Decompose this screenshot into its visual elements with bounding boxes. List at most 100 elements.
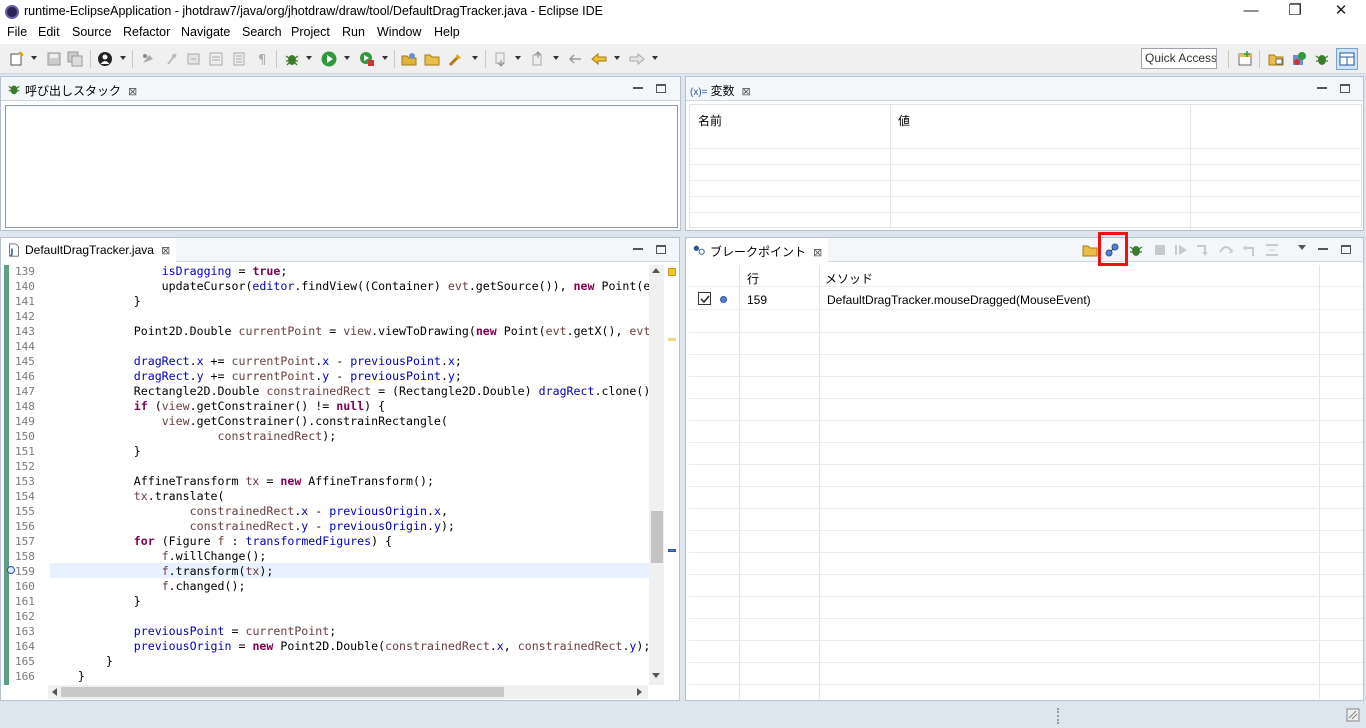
run-icon[interactable] bbox=[321, 51, 337, 67]
forward-dropdown-icon[interactable] bbox=[652, 56, 658, 60]
view-menu-chevron-down-icon[interactable] bbox=[1298, 245, 1306, 250]
table-row[interactable]: 159 DefaultDragTracker.mouseDragged(Mous… bbox=[689, 288, 1363, 310]
debug-dropdown-icon[interactable] bbox=[306, 56, 312, 60]
column-header-value[interactable]: 値 bbox=[898, 112, 910, 129]
skip-all-breakpoints-icon[interactable] bbox=[1128, 242, 1144, 258]
java-perspective-icon[interactable] bbox=[1291, 51, 1307, 67]
previous-annotation-icon[interactable] bbox=[530, 51, 546, 67]
code-line[interactable]: Rectangle2D.Double constrainedRect = (Re… bbox=[50, 384, 649, 398]
menu-project[interactable]: Project bbox=[291, 25, 330, 39]
breakpoint-enabled-checkbox[interactable] bbox=[698, 292, 711, 305]
occurrence-marker[interactable] bbox=[668, 338, 676, 341]
call-stack-tree[interactable] bbox=[5, 105, 678, 228]
step-into-icon[interactable] bbox=[1195, 242, 1211, 258]
menu-navigate[interactable]: Navigate bbox=[181, 25, 230, 39]
step-filters-icon[interactable] bbox=[208, 51, 224, 67]
user-icon[interactable] bbox=[97, 51, 113, 67]
column-header-method[interactable]: メソッド bbox=[825, 270, 873, 287]
step-return-icon[interactable] bbox=[1241, 242, 1257, 258]
minimize-view-icon[interactable] bbox=[1318, 248, 1328, 250]
resume-icon[interactable] bbox=[1173, 242, 1189, 258]
breakpoint-marker-icon[interactable] bbox=[7, 566, 15, 574]
terminate-icon[interactable] bbox=[1152, 242, 1168, 258]
scroll-left-arrow-icon[interactable] bbox=[52, 688, 57, 696]
menu-run[interactable]: Run bbox=[342, 25, 365, 39]
quick-access-input[interactable]: Quick Access bbox=[1141, 48, 1217, 69]
code-line[interactable]: previousPoint = currentPoint; bbox=[50, 624, 649, 638]
vertical-scroll-thumb[interactable] bbox=[651, 511, 663, 563]
close-icon[interactable]: ⊠ bbox=[813, 247, 822, 259]
external-tools-dropdown-icon[interactable] bbox=[382, 56, 388, 60]
step-over-icon[interactable] bbox=[1218, 242, 1234, 258]
close-icon[interactable]: ⊠ bbox=[161, 245, 170, 257]
maximize-view-icon[interactable] bbox=[1341, 245, 1351, 254]
debug-perspective-icon[interactable] bbox=[1314, 51, 1330, 67]
open-type-icon[interactable] bbox=[401, 51, 417, 67]
scroll-down-arrow-icon[interactable] bbox=[652, 673, 660, 678]
maximize-view-icon[interactable] bbox=[656, 84, 666, 93]
vertical-scrollbar[interactable] bbox=[649, 265, 664, 685]
close-icon[interactable]: ⊠ bbox=[128, 86, 137, 98]
minimize-button[interactable]: — bbox=[1228, 0, 1274, 24]
new-dropdown-icon[interactable] bbox=[31, 56, 37, 60]
code-line[interactable]: AffineTransform tx = new AffineTransform… bbox=[50, 474, 649, 488]
next-annotation-icon[interactable] bbox=[493, 51, 509, 67]
next-annotation-dropdown-icon[interactable] bbox=[515, 56, 521, 60]
back-icon[interactable] bbox=[591, 51, 607, 67]
minimize-view-icon[interactable] bbox=[633, 248, 643, 250]
breakpoints-table[interactable]: 行 メソッド 159 DefaultDragTracker.mouseDragg… bbox=[689, 265, 1363, 699]
resource-perspective-icon[interactable] bbox=[1268, 51, 1284, 67]
save-icon[interactable] bbox=[46, 51, 62, 67]
toggle-breakpoint-icon[interactable] bbox=[140, 51, 156, 67]
search-dropdown-icon[interactable] bbox=[472, 56, 478, 60]
search-icon[interactable] bbox=[448, 51, 464, 67]
code-line[interactable]: constrainedRect.y - previousOrigin.y); bbox=[50, 519, 649, 533]
minimize-view-icon[interactable] bbox=[1317, 87, 1327, 89]
last-edit-location-icon[interactable] bbox=[567, 51, 583, 67]
close-icon[interactable]: ⊠ bbox=[742, 86, 751, 98]
active-perspective-button[interactable] bbox=[1336, 48, 1358, 70]
minimize-view-icon[interactable] bbox=[633, 87, 643, 89]
code-line[interactable]: } bbox=[50, 669, 649, 683]
breakpoint-overview-marker[interactable] bbox=[668, 549, 676, 552]
variables-table[interactable]: 名前 値 bbox=[689, 104, 1362, 229]
code-line[interactable]: } bbox=[50, 594, 649, 608]
code-line[interactable]: Point2D.Double currentPoint = view.viewT… bbox=[50, 324, 649, 338]
forward-icon[interactable] bbox=[629, 51, 645, 67]
skip-breakpoints-icon[interactable] bbox=[164, 51, 180, 67]
back-dropdown-icon[interactable] bbox=[614, 56, 620, 60]
menu-search[interactable]: Search bbox=[242, 25, 282, 39]
code-line[interactable]: dragRect.x += currentPoint.x - previousP… bbox=[50, 354, 649, 368]
code-line[interactable]: previousOrigin = new Point2D.Double(cons… bbox=[50, 639, 649, 653]
horizontal-scroll-thumb[interactable] bbox=[61, 687, 504, 697]
code-line[interactable]: } bbox=[50, 444, 649, 458]
code-line[interactable]: for (Figure f : transformedFigures) { bbox=[50, 534, 649, 548]
tab-variables[interactable]: (x)= 変数 ⊠ bbox=[686, 77, 757, 101]
show-breakpoints-folder-icon[interactable] bbox=[1082, 242, 1098, 258]
column-header-name[interactable]: 名前 bbox=[698, 112, 722, 129]
external-tools-icon[interactable] bbox=[359, 51, 375, 67]
open-perspective-icon[interactable] bbox=[1237, 51, 1253, 67]
menu-edit[interactable]: Edit bbox=[38, 25, 60, 39]
run-dropdown-icon[interactable] bbox=[344, 56, 350, 60]
code-line[interactable]: } bbox=[50, 294, 649, 308]
menu-source[interactable]: Source bbox=[72, 25, 112, 39]
warning-summary-icon[interactable] bbox=[668, 268, 676, 276]
restore-button[interactable]: ❐ bbox=[1272, 0, 1318, 24]
new-file-icon[interactable] bbox=[9, 51, 25, 67]
maximize-view-icon[interactable] bbox=[656, 245, 666, 254]
menu-file[interactable]: File bbox=[7, 25, 27, 39]
code-line[interactable]: tx.translate( bbox=[50, 489, 649, 503]
user-dropdown-icon[interactable] bbox=[120, 56, 126, 60]
code-line[interactable]: constrainedRect.x - previousOrigin.x, bbox=[50, 504, 649, 518]
code-line[interactable]: dragRect.y += currentPoint.y - previousP… bbox=[50, 369, 649, 383]
debug-icon[interactable] bbox=[284, 51, 300, 67]
column-header-line[interactable]: 行 bbox=[747, 270, 759, 287]
tab-defaultdragtracker-java[interactable]: J DefaultDragTracker.java ⊠ bbox=[1, 238, 177, 263]
tab-breakpoints[interactable]: ブレークポイント ⊠ bbox=[686, 238, 829, 263]
code-line[interactable]: isDragging = true; bbox=[50, 264, 649, 278]
code-line[interactable]: view.getConstrainer().constrainRectangle… bbox=[50, 414, 649, 428]
code-line[interactable]: } bbox=[50, 654, 649, 668]
open-folder-icon[interactable] bbox=[424, 51, 440, 67]
close-button[interactable]: ✕ bbox=[1318, 0, 1364, 24]
